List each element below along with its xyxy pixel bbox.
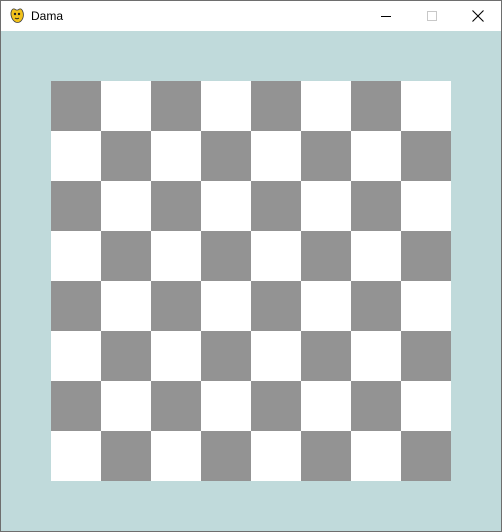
dark-square[interactable] [101,131,151,181]
dark-square[interactable] [201,331,251,381]
dark-square[interactable] [101,431,151,481]
light-square[interactable] [401,181,451,231]
dark-square[interactable] [101,231,151,281]
light-square[interactable] [301,81,351,131]
light-square[interactable] [201,81,251,131]
maximize-icon [427,11,437,21]
light-square[interactable] [351,131,401,181]
dark-square[interactable] [351,181,401,231]
minimize-button[interactable] [363,1,409,31]
dark-square[interactable] [401,231,451,281]
light-square[interactable] [301,381,351,431]
dark-square[interactable] [101,331,151,381]
dark-square[interactable] [301,131,351,181]
close-icon [472,10,484,22]
light-square[interactable] [51,131,101,181]
light-square[interactable] [301,181,351,231]
pygame-snake-icon [9,7,25,24]
light-square[interactable] [151,331,201,381]
dark-square[interactable] [301,231,351,281]
dark-square[interactable] [251,181,301,231]
dark-square[interactable] [251,381,301,431]
light-square[interactable] [101,81,151,131]
light-square[interactable] [151,431,201,481]
checkers-board[interactable] [51,81,451,481]
dark-square[interactable] [51,381,101,431]
light-square[interactable] [201,181,251,231]
close-button[interactable] [455,1,501,31]
dark-square[interactable] [51,281,101,331]
dark-square[interactable] [151,181,201,231]
dark-square[interactable] [251,81,301,131]
dark-square[interactable] [251,281,301,331]
dark-square[interactable] [301,331,351,381]
dark-square[interactable] [51,181,101,231]
light-square[interactable] [101,381,151,431]
title-bar[interactable]: Dama [1,1,501,31]
dark-square[interactable] [201,231,251,281]
light-square[interactable] [51,231,101,281]
game-window: Dama [0,0,502,532]
dark-square[interactable] [151,281,201,331]
dark-square[interactable] [301,431,351,481]
light-square[interactable] [101,181,151,231]
dark-square[interactable] [201,431,251,481]
light-square[interactable] [251,331,301,381]
dark-square[interactable] [151,381,201,431]
light-square[interactable] [251,131,301,181]
dark-square[interactable] [401,131,451,181]
light-square[interactable] [51,331,101,381]
light-square[interactable] [251,231,301,281]
minimize-icon [381,16,391,17]
dark-square[interactable] [401,331,451,381]
light-square[interactable] [151,131,201,181]
light-square[interactable] [51,431,101,481]
light-square[interactable] [401,381,451,431]
light-square[interactable] [251,431,301,481]
dark-square[interactable] [201,131,251,181]
dark-square[interactable] [351,281,401,331]
light-square[interactable] [351,431,401,481]
game-canvas[interactable] [1,31,501,531]
dark-square[interactable] [151,81,201,131]
dark-square[interactable] [401,431,451,481]
dark-square[interactable] [351,381,401,431]
light-square[interactable] [351,231,401,281]
light-square[interactable] [151,231,201,281]
light-square[interactable] [401,81,451,131]
light-square[interactable] [201,381,251,431]
light-square[interactable] [201,281,251,331]
light-square[interactable] [301,281,351,331]
window-title: Dama [31,9,64,23]
light-square[interactable] [401,281,451,331]
light-square[interactable] [101,281,151,331]
maximize-button[interactable] [409,1,455,31]
light-square[interactable] [351,331,401,381]
dark-square[interactable] [351,81,401,131]
dark-square[interactable] [51,81,101,131]
